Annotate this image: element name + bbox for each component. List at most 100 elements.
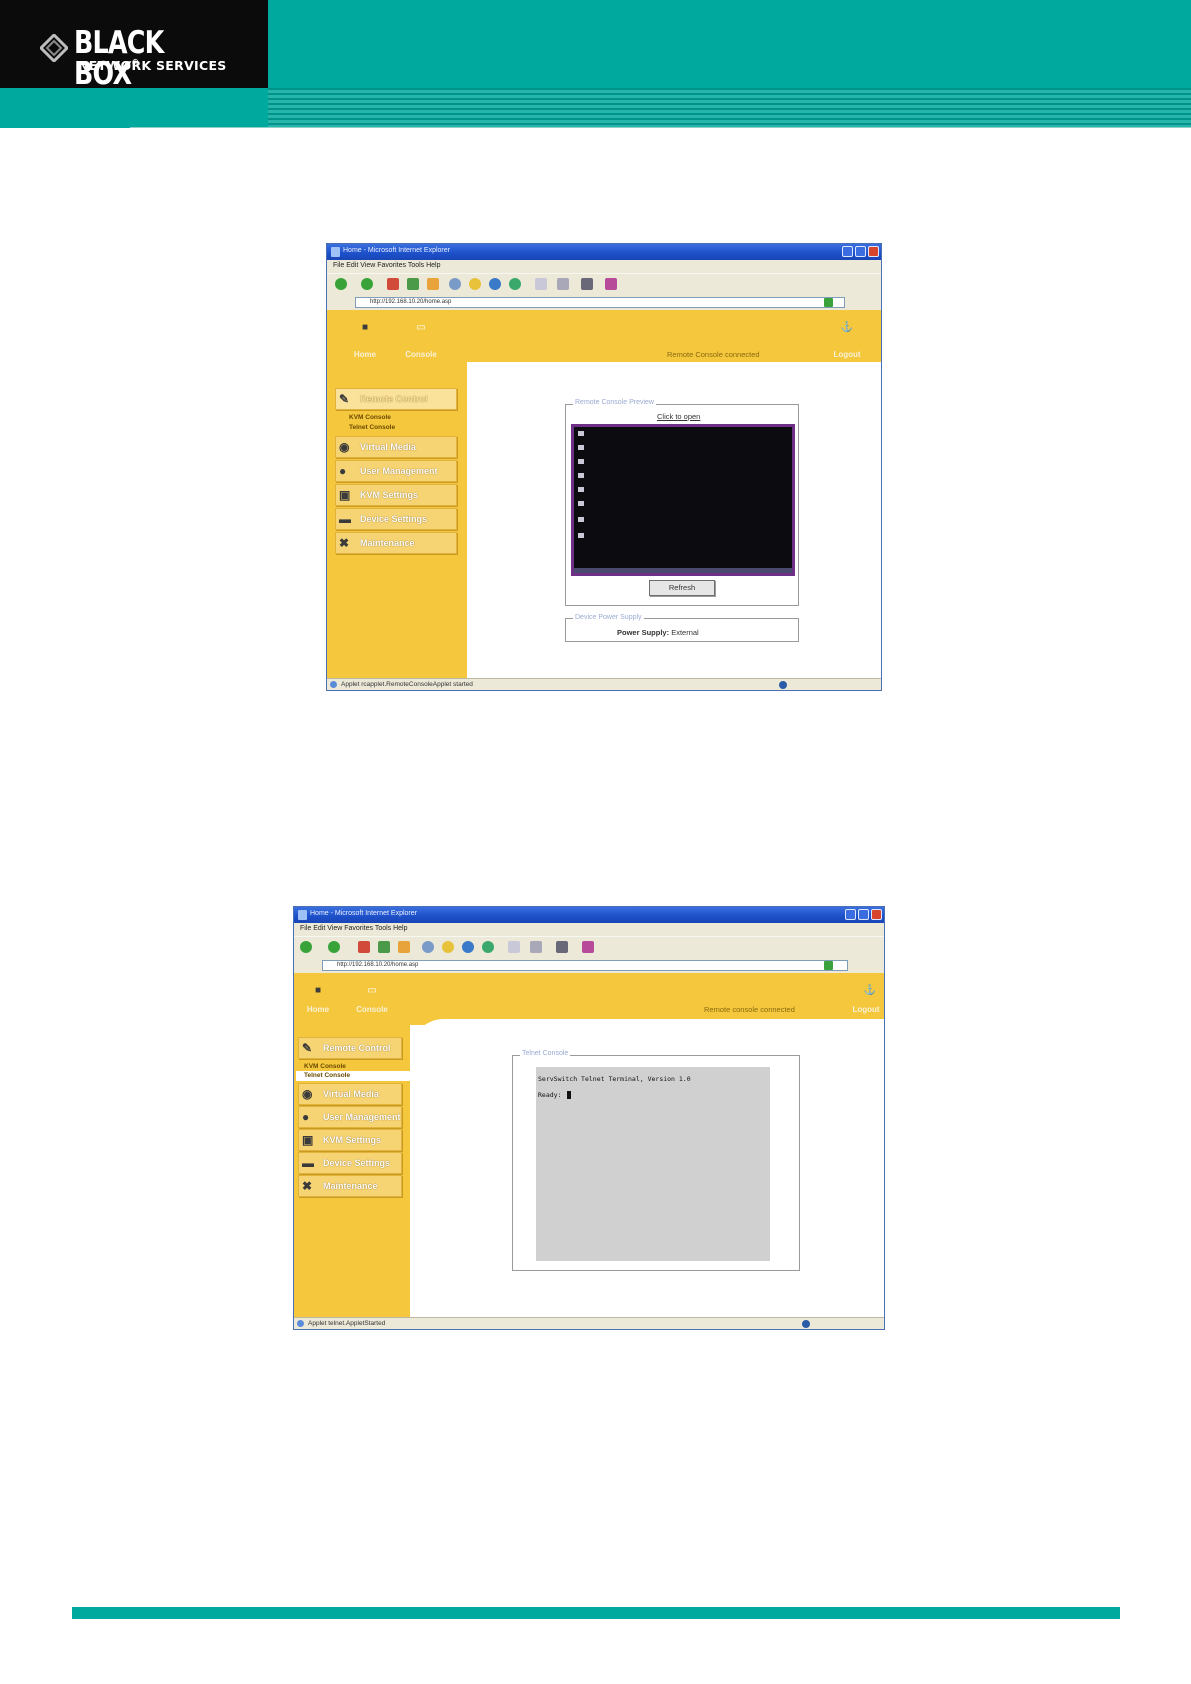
stop-icon[interactable] [358, 941, 370, 953]
mail-icon[interactable] [508, 941, 520, 953]
address-text: http://192.168.10.20/home.asp [370, 299, 452, 305]
status-text: Applet rcapplet.RemoteConsoleApplet star… [341, 681, 473, 688]
messenger-icon[interactable] [582, 941, 594, 953]
submenu-telnet-console[interactable]: Telnet Console [349, 424, 395, 431]
close-button[interactable] [868, 246, 879, 257]
minimize-button[interactable] [842, 246, 853, 257]
console-preview-screen[interactable] [571, 424, 795, 576]
back-icon[interactable] [300, 941, 312, 953]
menu-bar[interactable]: File Edit View Favorites Tools Help [327, 260, 881, 273]
stop-icon[interactable] [387, 278, 399, 290]
menu-device-settings[interactable]: ▬ Device Settings [298, 1152, 402, 1174]
virtual-media-icon: ◉ [302, 1087, 313, 1101]
history-icon[interactable] [482, 941, 494, 953]
logout-nav-icon[interactable]: ⚓ [837, 322, 857, 333]
home-nav-icon[interactable]: ■ [355, 322, 375, 333]
desktop-icon [578, 487, 584, 492]
menu-user-management[interactable]: ● User Management [335, 460, 457, 482]
submenu-kvm-console[interactable]: KVM Console [304, 1063, 346, 1070]
search-icon[interactable] [449, 278, 461, 290]
refresh-button[interactable]: Refresh [649, 580, 715, 596]
user-management-icon: ● [302, 1110, 310, 1124]
nav-logout[interactable]: Logout [827, 350, 867, 359]
menu-device-settings[interactable]: ▬ Device Settings [335, 508, 457, 530]
go-button[interactable] [824, 961, 833, 970]
menu-kvm-settings[interactable]: ▣ KVM Settings [335, 484, 457, 506]
favorites-icon[interactable] [469, 278, 481, 290]
page-icon [330, 681, 337, 688]
logout-nav-icon[interactable]: ⚓ [860, 985, 880, 996]
refresh-icon[interactable] [378, 941, 390, 953]
menu-bar-text: File Edit View Favorites Tools Help [300, 925, 408, 932]
search-icon[interactable] [422, 941, 434, 953]
home-icon[interactable] [427, 278, 439, 290]
messenger-icon[interactable] [605, 278, 617, 290]
menu-bar[interactable]: File Edit View Favorites Tools Help [294, 923, 884, 936]
remote-console-preview-legend: Remote Console Preview [573, 399, 656, 406]
screenshot-remote-console: Home - Microsoft Internet Explorer File … [326, 243, 882, 691]
menu-remote-control[interactable]: ✎ Remote Control [335, 388, 457, 410]
media-icon[interactable] [489, 278, 501, 290]
back-icon[interactable] [335, 278, 347, 290]
screenshot-telnet-console: Home - Microsoft Internet Explorer File … [293, 906, 885, 1330]
menu-kvm-settings[interactable]: ▣ KVM Settings [298, 1129, 402, 1151]
maximize-button[interactable] [855, 246, 866, 257]
history-icon[interactable] [509, 278, 521, 290]
kvm-settings-icon: ▣ [302, 1133, 314, 1147]
diamond-logo-icon [40, 34, 68, 62]
home-icon[interactable] [398, 941, 410, 953]
favorites-icon[interactable] [442, 941, 454, 953]
print-icon[interactable] [557, 278, 569, 290]
desktop-icon [578, 473, 584, 478]
print-icon[interactable] [530, 941, 542, 953]
maximize-button[interactable] [858, 909, 869, 920]
click-to-open-link[interactable]: Click to open [657, 412, 700, 421]
nav-home[interactable]: Home [347, 350, 383, 359]
forward-icon[interactable] [328, 941, 340, 953]
nav-console[interactable]: Console [401, 350, 441, 359]
address-bar: http://192.168.10.20/home.asp [327, 295, 881, 310]
nav-console[interactable]: Console [352, 1005, 392, 1014]
menu-virtual-media[interactable]: ◉ Virtual Media [298, 1083, 402, 1105]
menu-maintenance[interactable]: ✖ Maintenance [335, 532, 457, 554]
menu-remote-control[interactable]: ✎ Remote Control [298, 1037, 402, 1059]
refresh-icon[interactable] [407, 278, 419, 290]
console-nav-icon[interactable]: ▭ [362, 985, 382, 996]
submenu-telnet-console[interactable]: Telnet Console [304, 1072, 350, 1079]
ie-icon [298, 910, 307, 920]
forward-icon[interactable] [361, 278, 373, 290]
submenu-kvm-console[interactable]: KVM Console [349, 414, 391, 421]
browser-toolbar [294, 936, 884, 958]
menu-virtual-media[interactable]: ◉ Virtual Media [335, 436, 457, 458]
media-icon[interactable] [462, 941, 474, 953]
close-button[interactable] [871, 909, 882, 920]
edit-icon[interactable] [581, 278, 593, 290]
nav-home[interactable]: Home [300, 1005, 336, 1014]
app-top-bar [294, 973, 884, 1025]
address-input[interactable]: http://192.168.10.20/home.asp [322, 960, 848, 971]
browser-toolbar [327, 273, 881, 295]
maintenance-icon: ✖ [302, 1179, 313, 1193]
telnet-console-legend: Telnet Console [520, 1050, 571, 1057]
status-text: Applet telnet.AppletStarted [308, 1320, 386, 1327]
address-text: http://192.168.10.20/home.asp [337, 962, 419, 968]
edit-icon[interactable] [556, 941, 568, 953]
menu-user-management[interactable]: ● User Management [298, 1106, 402, 1128]
ie-icon [331, 247, 340, 257]
remote-taskbar [574, 568, 792, 573]
nav-logout[interactable]: Logout [848, 1005, 884, 1014]
internet-zone-icon [802, 1320, 810, 1328]
maintenance-icon: ✖ [339, 536, 350, 550]
home-nav-icon[interactable]: ■ [308, 985, 328, 996]
menu-maintenance[interactable]: ✖ Maintenance [298, 1175, 402, 1197]
mail-icon[interactable] [535, 278, 547, 290]
window-title: Home - Microsoft Internet Explorer [310, 910, 417, 917]
go-button[interactable] [824, 298, 833, 307]
telnet-terminal[interactable]: ServSwitch Telnet Terminal, Version 1.0 … [536, 1067, 770, 1261]
console-nav-icon[interactable]: ▭ [411, 322, 431, 333]
power-supply-info: Power Supply: External [617, 628, 699, 637]
virtual-media-icon: ◉ [339, 440, 350, 454]
minimize-button[interactable] [845, 909, 856, 920]
browser-status-bar: Applet rcapplet.RemoteConsoleApplet star… [327, 678, 881, 690]
address-input[interactable]: http://192.168.10.20/home.asp [355, 297, 845, 308]
